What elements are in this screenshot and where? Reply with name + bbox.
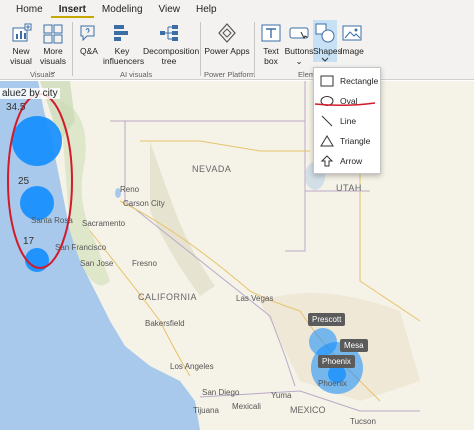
- key-influencers-icon: [114, 25, 128, 41]
- line-icon: [319, 114, 335, 128]
- label-tucson: Tucson: [350, 417, 376, 426]
- text-box-button[interactable]: Text box: [258, 22, 284, 66]
- visual-title: alue2 by city: [0, 88, 60, 99]
- power-apps-label: Power Apps: [204, 46, 250, 56]
- label-los-angeles: Los Angeles: [170, 362, 214, 371]
- label-las-vegas: Las Vegas: [236, 294, 274, 303]
- label-san-francisco: San Francisco: [55, 243, 107, 252]
- bubble-layer: [7, 93, 363, 394]
- image-label: Image: [340, 46, 364, 56]
- image-icon: [342, 25, 362, 41]
- new-visual-label: New visual: [10, 46, 32, 66]
- label-tijuana: Tijuana: [193, 406, 219, 415]
- menu-item-triangle[interactable]: Triangle: [314, 131, 380, 151]
- new-visual-icon: [12, 23, 32, 42]
- new-visual-button[interactable]: New visual: [6, 22, 36, 66]
- buttons-button[interactable]: Buttons ⌄: [284, 22, 314, 66]
- chevron-down-icon: [321, 57, 329, 62]
- power-apps-button[interactable]: Power Apps: [204, 22, 250, 56]
- label-mexicali: Mexicali: [232, 402, 261, 411]
- ribbon-tabs: Home Insert Modeling View Help: [0, 0, 474, 18]
- qa-icon: [80, 25, 95, 42]
- decomposition-tree-icon: [160, 25, 178, 41]
- group-label-ai-visuals: AI visuals: [120, 70, 153, 79]
- shapes-icon: [315, 23, 335, 43]
- menu-item-oval[interactable]: Oval: [314, 91, 380, 111]
- key-influencers-button[interactable]: Key influencers: [102, 22, 145, 66]
- tab-help[interactable]: Help: [188, 4, 225, 18]
- qa-button[interactable]: Q&A: [76, 22, 102, 56]
- insert-ribbon: New visual More visuals ⌄ Visuals Q&A Ke…: [0, 18, 474, 80]
- ribbon-separator: [254, 22, 255, 76]
- buttons-icon: [289, 27, 309, 40]
- bubble-city-2[interactable]: [20, 186, 54, 220]
- power-apps-icon: [218, 23, 236, 43]
- text-box-icon: [261, 24, 281, 42]
- menu-item-rectangle[interactable]: Rectangle: [314, 71, 380, 91]
- menu-item-label: Arrow: [340, 156, 363, 166]
- label-nevada: NEVADA: [192, 164, 232, 174]
- ribbon-separator: [72, 22, 73, 76]
- menu-item-arrow[interactable]: Arrow: [314, 151, 380, 171]
- bubble-value-label: 17: [23, 236, 35, 247]
- oval-icon: [319, 94, 335, 108]
- decomposition-tree-label: Decomposition tree: [143, 46, 200, 66]
- label-sacramento: Sacramento: [82, 219, 126, 228]
- key-influencers-label: Key influencers: [103, 46, 145, 66]
- more-visuals-button[interactable]: More visuals ⌄: [38, 22, 68, 76]
- menu-item-line[interactable]: Line: [314, 111, 380, 131]
- menu-item-label: Line: [340, 116, 357, 126]
- group-label-visuals: Visuals: [30, 70, 55, 79]
- menu-item-label: Rectangle: [340, 76, 379, 86]
- rectangle-icon: [319, 74, 335, 88]
- arrow-icon: [319, 154, 335, 168]
- label-san-jose: San Jose: [80, 259, 114, 268]
- label-yuma: Yuma: [271, 391, 292, 400]
- bubble-value-label: 25: [18, 176, 30, 187]
- tooltip-mesa: Mesa: [340, 339, 368, 352]
- label-utah: UTAH: [336, 183, 362, 193]
- label-santa-rosa: Santa Rosa: [31, 216, 73, 225]
- shapes-label: Shapes: [313, 46, 342, 56]
- qa-label: Q&A: [80, 46, 98, 56]
- bubble-value-label: 34.5: [6, 102, 26, 113]
- triangle-icon: [319, 134, 335, 148]
- tooltip-phoenix: Phoenix: [318, 355, 355, 368]
- label-bakersfield: Bakersfield: [145, 319, 185, 328]
- group-label-power-platform: Power Platform: [204, 70, 256, 79]
- map-visual[interactable]: NEVADA UTAH CALIFORNIA MEXICO Carson Cit…: [0, 81, 474, 430]
- tab-modeling[interactable]: Modeling: [94, 4, 151, 18]
- tab-home[interactable]: Home: [8, 4, 51, 18]
- ribbon-separator: [200, 22, 201, 76]
- label-california: CALIFORNIA: [138, 292, 198, 302]
- tab-insert[interactable]: Insert: [50, 4, 94, 18]
- more-visuals-icon: [43, 24, 63, 44]
- label-mexico: MEXICO: [290, 405, 326, 415]
- shapes-button[interactable]: Shapes: [313, 22, 342, 63]
- shapes-dropdown-menu: Rectangle Oval Line Triangle Arrow: [313, 67, 381, 174]
- label-phoenix-map: Phoenix: [318, 379, 347, 388]
- label-reno: Reno: [120, 185, 140, 194]
- label-san-diego: San Diego: [202, 388, 240, 397]
- decomposition-tree-button[interactable]: Decomposition tree: [142, 22, 200, 66]
- tab-view[interactable]: View: [151, 4, 189, 18]
- tooltip-prescott: Prescott: [308, 313, 346, 326]
- bubble-city-1[interactable]: [12, 116, 62, 166]
- menu-item-label: Oval: [340, 96, 358, 106]
- image-button[interactable]: Image: [339, 22, 365, 56]
- buttons-label: Buttons ⌄: [284, 46, 314, 66]
- menu-item-label: Triangle: [340, 136, 371, 146]
- label-carson-city: Carson City: [123, 199, 165, 208]
- label-fresno: Fresno: [132, 259, 157, 268]
- text-box-label: Text box: [263, 46, 279, 66]
